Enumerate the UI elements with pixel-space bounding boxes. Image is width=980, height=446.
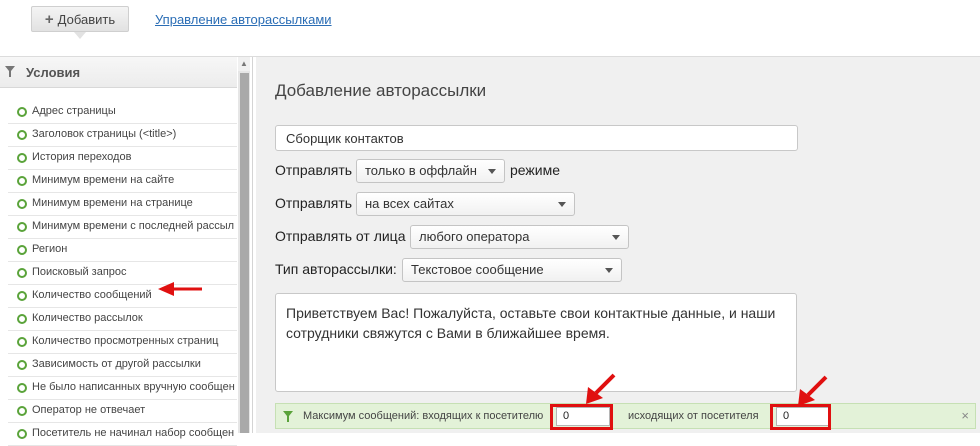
arrow-incoming-line: [594, 373, 616, 395]
annotation-arrows: [158, 282, 828, 406]
arrow-outgoing-line: [806, 375, 828, 397]
arrow-to-condition-head: [158, 282, 174, 296]
